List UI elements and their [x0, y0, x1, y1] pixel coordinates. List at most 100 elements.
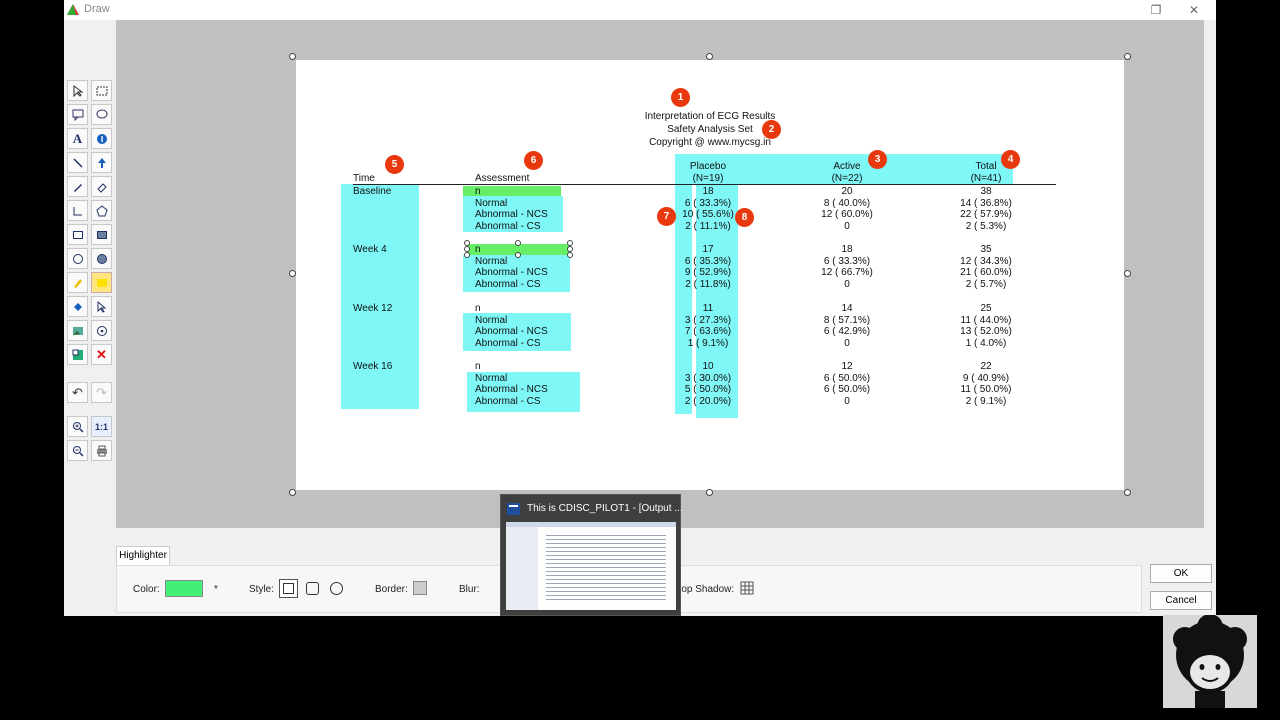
color-picker[interactable] [165, 580, 203, 597]
preview-sidebar [506, 527, 538, 610]
ok-button[interactable]: OK [1150, 564, 1212, 583]
pointer-tool-button[interactable] [67, 80, 88, 101]
selection-handle[interactable] [567, 252, 573, 258]
text-tool-button[interactable]: A [67, 128, 88, 149]
image-resize-handle[interactable] [1124, 489, 1131, 496]
image-resize-handle[interactable] [289, 53, 296, 60]
total-cell: 21 ( 60.0%) [960, 267, 1012, 279]
filled-ellipse-tool-button[interactable] [91, 248, 112, 269]
eraser-tool-button[interactable] [91, 176, 112, 197]
printer-icon [96, 445, 107, 456]
undo-button[interactable]: ↶ [67, 382, 88, 403]
selection-handle[interactable] [515, 240, 521, 246]
rectangle-tool-button[interactable] [67, 224, 88, 245]
annotation-badge-2[interactable]: 2 [762, 120, 781, 139]
annotation-badge-6[interactable]: 6 [524, 151, 543, 170]
active-cell: 8 ( 40.0%) [823, 197, 871, 209]
step-number-tool-button[interactable] [91, 128, 112, 149]
redo-icon: ↷ [96, 384, 107, 400]
time-label: Week 16 [353, 361, 393, 372]
filled-rectangle-tool-button[interactable] [91, 224, 112, 245]
select-rect-tool-button[interactable] [91, 80, 112, 101]
border-label: Border: [375, 584, 408, 595]
restore-button[interactable]: ❐ [1142, 1, 1170, 19]
image-tool-button[interactable] [67, 320, 88, 341]
zoom-out-button[interactable] [67, 440, 88, 461]
background-tool-button[interactable] [67, 344, 88, 365]
assessment-cell: Normal [475, 314, 508, 326]
cancel-button[interactable]: Cancel [1150, 591, 1212, 610]
title-bar: Draw ❐ ✕ [64, 0, 1216, 20]
redo-button[interactable]: ↷ [91, 382, 112, 403]
print-button[interactable] [91, 440, 112, 461]
header-time: Time [353, 173, 375, 184]
image-resize-handle[interactable] [289, 489, 296, 496]
header-placebo: Placebo [689, 161, 727, 172]
image-resize-handle[interactable] [706, 489, 713, 496]
arrow-tool-button[interactable] [91, 152, 112, 173]
image-resize-handle[interactable] [1124, 270, 1131, 277]
total-cell: 25 [980, 303, 992, 314]
selection-handle[interactable] [464, 252, 470, 258]
color-asterisk: * [214, 584, 218, 595]
zoom-actual-button[interactable]: 1:1 [91, 416, 112, 437]
polyline-tool-button[interactable] [67, 200, 88, 221]
total-cell: 2 ( 9.1%) [965, 395, 1007, 407]
cartoon-face-icon [1173, 615, 1247, 708]
ellipse-tool-button[interactable] [67, 248, 88, 269]
drop-shadow-label: rop Shadow: [678, 584, 735, 595]
image-resize-handle[interactable] [706, 53, 713, 60]
style-ellipse-option[interactable] [330, 582, 343, 595]
pencil-tool-button[interactable] [67, 176, 88, 197]
undo-icon: ↶ [72, 384, 83, 400]
line-tool-button[interactable] [67, 152, 88, 173]
callout-tool-button[interactable] [67, 104, 88, 125]
cloud-callout-tool-button[interactable] [91, 104, 112, 125]
preview-image [506, 522, 676, 610]
center-tool-button[interactable] [91, 320, 112, 341]
placebo-cell: 5 ( 50.0%) [684, 384, 732, 396]
presenter-avatar [1163, 615, 1257, 708]
sas-app-icon [507, 503, 520, 515]
placebo-cell: 3 ( 27.3%) [684, 314, 732, 326]
highlight-rect-tool-button[interactable] [91, 272, 112, 293]
highlight-time-column[interactable] [341, 184, 419, 409]
placebo-cell: 6 ( 35.3%) [684, 255, 732, 267]
close-window-button[interactable]: ✕ [1180, 1, 1208, 19]
color-label: Color: [133, 584, 160, 595]
polygon-tool-button[interactable] [91, 200, 112, 221]
selection-handle[interactable] [515, 252, 521, 258]
annotation-badge-8[interactable]: 8 [735, 208, 754, 227]
annotation-badge-3[interactable]: 3 [868, 150, 887, 169]
picture-icon [72, 326, 83, 335]
fill-tool-button[interactable] [67, 296, 88, 317]
placebo-cell: 9 ( 52.9%) [684, 267, 732, 279]
annotation-badge-5[interactable]: 5 [385, 155, 404, 174]
cursor-add-tool-button[interactable] [91, 296, 112, 317]
report-title: Interpretation of ECG Results [644, 111, 776, 122]
delete-tool-button[interactable]: ✕ [91, 344, 112, 365]
annotation-badge-1[interactable]: 1 [671, 88, 690, 107]
total-cell: 1 ( 4.0%) [965, 337, 1007, 349]
image-resize-handle[interactable] [1124, 53, 1131, 60]
assessment-cell: Abnormal - NCS [475, 326, 548, 338]
border-color-picker[interactable] [413, 581, 427, 595]
zoom-in-button[interactable] [67, 416, 88, 437]
total-cell: 38 [980, 186, 992, 197]
style-rect-option[interactable] [279, 579, 298, 598]
image-resize-handle[interactable] [289, 270, 296, 277]
shadow-grid-icon[interactable] [740, 581, 754, 595]
placebo-cell: 18 [702, 186, 714, 197]
tab-highlighter[interactable]: Highlighter [116, 546, 170, 565]
highlighter-tool-button[interactable] [67, 272, 88, 293]
taskbar-preview[interactable]: This is CDISC_PILOT1 - [Output ... [500, 494, 683, 616]
style-rounded-option[interactable] [306, 582, 319, 595]
vertical-scrollbar[interactable] [1204, 20, 1216, 528]
drawing-canvas[interactable]: Interpretation of ECG Results Safety Ana… [116, 20, 1204, 528]
annotation-badge-7[interactable]: 7 [657, 207, 676, 226]
annotation-badge-4[interactable]: 4 [1001, 150, 1020, 169]
total-cell: 22 [980, 361, 992, 372]
active-cell: 6 ( 50.0%) [823, 372, 871, 384]
placebo-cell: 3 ( 30.0%) [684, 372, 732, 384]
assessment-cell: Abnormal - CS [475, 337, 541, 349]
